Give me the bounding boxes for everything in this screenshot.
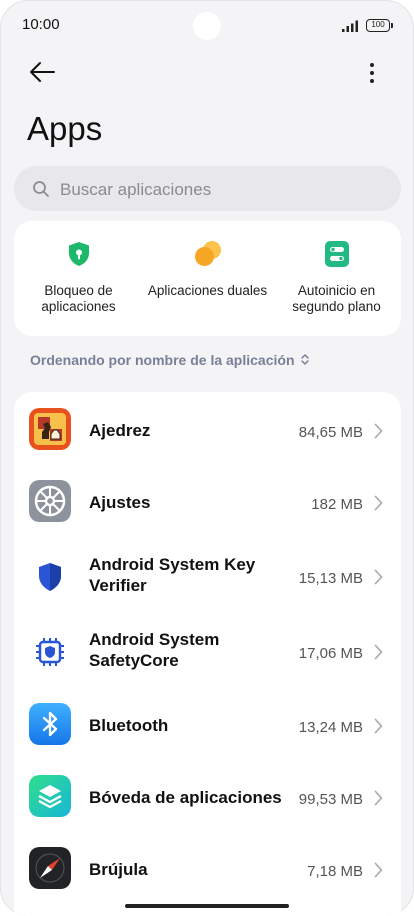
app-lock-action[interactable]: Bloqueo de aplicaciones xyxy=(14,239,143,315)
dual-apps-action[interactable]: Aplicaciones duales xyxy=(143,239,272,299)
shield-lock-icon xyxy=(68,242,89,266)
app-name: Brújula xyxy=(89,860,148,879)
app-name: Bóveda de aplicaciones xyxy=(89,788,282,807)
signal-bars-icon xyxy=(342,20,358,32)
status-time: 10:00 xyxy=(22,16,60,33)
back-button[interactable] xyxy=(28,60,56,84)
app-row-boveda-de-aplicaciones[interactable]: Bóveda de aplicaciones 99,53 MB xyxy=(14,761,401,833)
dual-apps-label: Aplicaciones duales xyxy=(147,283,268,298)
home-indicator[interactable] xyxy=(125,904,289,908)
app-list: Ajedrez 84,65 MB Ajustes 182 MB Android … xyxy=(14,392,401,916)
chess-icon xyxy=(29,408,71,450)
more-options-button[interactable] xyxy=(362,60,382,86)
chevron-right-icon xyxy=(374,862,383,878)
search-box[interactable] xyxy=(14,166,401,213)
app-name: Android System SafetyCore xyxy=(89,630,220,670)
camera-cutout xyxy=(193,12,221,40)
sort-updown-icon xyxy=(300,354,309,365)
chevron-right-icon xyxy=(374,718,383,734)
autostart-label: Autoinicio en segundo plano xyxy=(292,283,381,314)
more-vertical-icon xyxy=(370,63,374,83)
app-name: Ajedrez xyxy=(89,421,151,440)
settings-gear-icon xyxy=(29,480,71,522)
search-input[interactable] xyxy=(58,166,382,213)
app-vault-layers-icon xyxy=(29,775,71,817)
app-row-brujula[interactable]: Brújula 7,18 MB xyxy=(14,833,401,905)
app-row-bluetooth[interactable]: Bluetooth 13,24 MB xyxy=(14,689,401,761)
quick-actions-card: Bloqueo de aplicaciones Aplicaciones dua… xyxy=(14,221,401,336)
page-title: Apps xyxy=(27,110,103,147)
app-name: Ajustes xyxy=(89,493,151,512)
app-size: 7,18 MB xyxy=(307,863,363,880)
app-name: Android System Key Verifier xyxy=(89,555,256,595)
dual-circles-icon xyxy=(194,241,221,266)
autostart-action[interactable]: Autoinicio en segundo plano xyxy=(272,239,401,315)
app-row-ajedrez[interactable]: Ajedrez 84,65 MB xyxy=(14,394,401,466)
safetycore-chip-icon xyxy=(29,631,71,673)
battery-indicator: 100 xyxy=(366,19,393,32)
app-size: 15,13 MB xyxy=(298,570,363,587)
chevron-right-icon xyxy=(374,569,383,585)
app-size: 99,53 MB xyxy=(298,791,363,808)
app-size: 84,65 MB xyxy=(298,424,363,441)
key-verifier-shield-icon xyxy=(29,556,71,598)
status-bar: 10:00 100 xyxy=(0,0,414,52)
sort-label: Ordenando por nombre de la aplicación xyxy=(30,352,295,368)
search-icon xyxy=(33,181,49,197)
chevron-right-icon xyxy=(374,495,383,511)
app-lock-label: Bloqueo de aplicaciones xyxy=(41,283,116,314)
arrow-left-icon xyxy=(30,62,55,82)
toggle-switches-icon xyxy=(324,241,349,267)
sort-order-toggle[interactable]: Ordenando por nombre de la aplicación xyxy=(30,352,310,368)
app-name: Bluetooth xyxy=(89,716,169,735)
chevron-right-icon xyxy=(374,423,383,439)
app-row-ajustes[interactable]: Ajustes 182 MB xyxy=(14,466,401,538)
compass-icon xyxy=(29,847,71,889)
chevron-right-icon xyxy=(374,644,383,660)
app-row-android-system-key-verifier[interactable]: Android System Key Verifier 15,13 MB xyxy=(14,542,401,614)
app-size: 13,24 MB xyxy=(298,719,363,736)
bluetooth-icon xyxy=(29,703,71,745)
chevron-right-icon xyxy=(374,790,383,806)
app-size: 182 MB xyxy=(311,496,363,513)
app-row-android-system-safetycore[interactable]: Android System SafetyCore 17,06 MB xyxy=(14,617,401,689)
app-screen: 10:00 100 Apps Buscar aplicaciones Bloqu… xyxy=(0,0,414,916)
app-size: 17,06 MB xyxy=(298,645,363,662)
